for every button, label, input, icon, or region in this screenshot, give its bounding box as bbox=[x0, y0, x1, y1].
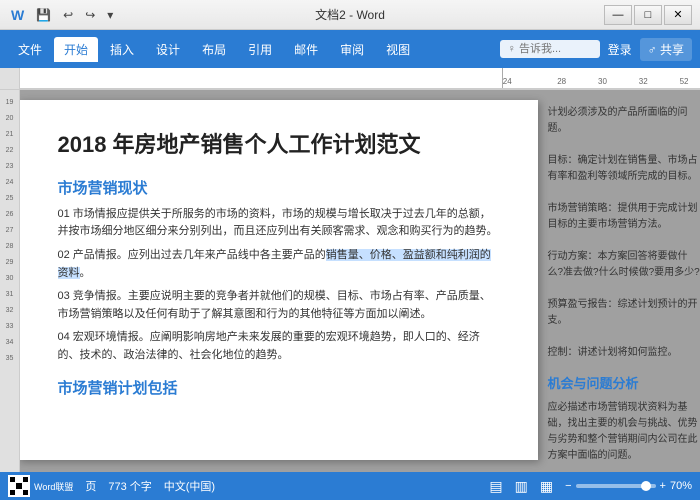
paragraph-04: 04 宏观环境情报。应阐明影响房地产未来发展的重要的宏观环境趋势，即人口的、经济… bbox=[58, 329, 498, 364]
ruler-mark-30: 30 bbox=[6, 270, 14, 286]
view-icon-read[interactable]: ▦ bbox=[540, 478, 553, 495]
ruler-side-left bbox=[0, 68, 20, 89]
right-content-bottom: 应必描述市场营销现状资料为基础，找出主要的机会与挑战、优势与劣势和整个营销期间内… bbox=[548, 400, 700, 472]
ruler-mark-32: 32 bbox=[6, 302, 14, 318]
redo-icon[interactable]: ↪ bbox=[82, 6, 98, 24]
ruler-mark-19: 19 bbox=[6, 94, 14, 110]
right-column: 计划必须涉及的产品所面临的问题。 目标：确定计划在销售量、市场占有率和盈利等领域… bbox=[548, 100, 700, 472]
save-icon[interactable]: 💾 bbox=[33, 6, 54, 24]
view-icon-web[interactable]: ▥ bbox=[515, 478, 528, 495]
tab-file[interactable]: 文件 bbox=[8, 37, 52, 62]
title-bar-left: W 💾 ↩ ↪ ▾ bbox=[8, 5, 116, 25]
zoom-out-button[interactable]: − bbox=[565, 480, 571, 492]
ruler-mark-34: 34 bbox=[6, 334, 14, 350]
right-para-6: 控制：讲述计划将如何监控。 bbox=[548, 345, 700, 361]
ruler-mark-35: 35 bbox=[6, 350, 14, 366]
qr-code bbox=[8, 475, 30, 497]
ribbon: 文件 开始 插入 设计 布局 引用 邮件 审阅 视图 登录 ♂ 共享 bbox=[0, 30, 700, 68]
zoom-controls: − + 70% bbox=[565, 480, 692, 492]
ruler-mark-26: 26 bbox=[6, 206, 14, 222]
paragraph-03: 03 竞争情报。主要应说明主要的竞争者并就他们的规模、目标、市场占有率、产品质量… bbox=[58, 288, 498, 323]
right-para-5: 预算盈亏报告：综述计划预计的开支。 bbox=[548, 297, 700, 329]
customize-icon[interactable]: ▾ bbox=[104, 6, 116, 24]
document-page: 2018 年房地产销售个人工作计划范文 市场营销现状 01 市场情报应提供关于所… bbox=[20, 100, 538, 460]
main-area: 19 20 21 22 23 24 25 26 27 28 29 30 31 3… bbox=[0, 90, 700, 472]
section-heading-plan: 市场营销计划包括 bbox=[58, 377, 498, 398]
right-para-1: 计划必须涉及的产品所面临的问题。 bbox=[548, 105, 700, 137]
maximize-button[interactable]: □ bbox=[634, 5, 662, 25]
undo-icon[interactable]: ↩ bbox=[60, 6, 76, 24]
right-para-3: 市场营销策略：提供用于完成计划目标的主要市场营销方法。 bbox=[548, 201, 700, 233]
ruler-container: 2 4 6 8 10 12 14 16 18 20 22 24 28 30 32… bbox=[0, 68, 700, 90]
view-icon-print[interactable]: ▤ bbox=[489, 478, 502, 495]
right-para-4: 行动方案：本方案回答将要做什么?准去做?什么时候做?要用多少? bbox=[548, 249, 700, 281]
tab-review[interactable]: 审阅 bbox=[330, 37, 374, 62]
status-bar: Word联盟 页 773 个字 中文(中国) ▤ ▥ ▦ − + 70% bbox=[0, 472, 700, 500]
horizontal-ruler: 2 4 6 8 10 12 14 16 18 20 22 24 28 30 32… bbox=[20, 68, 700, 89]
vertical-ruler: 19 20 21 22 23 24 25 26 27 28 29 30 31 3… bbox=[0, 90, 20, 472]
tab-layout[interactable]: 布局 bbox=[192, 37, 236, 62]
ruler-mark-23: 23 bbox=[6, 158, 14, 174]
page-label: 页 bbox=[85, 478, 96, 494]
tab-design[interactable]: 设计 bbox=[146, 37, 190, 62]
close-button[interactable]: ✕ bbox=[664, 5, 692, 25]
ruler-mark-24: 24 bbox=[6, 174, 14, 190]
word-lianmeng-label: Word联盟 bbox=[34, 480, 73, 493]
word-count: 773 个字 bbox=[108, 478, 151, 494]
tab-references[interactable]: 引用 bbox=[238, 37, 282, 62]
right-analysis-1: 应必描述市场营销现状资料为基础，找出主要的机会与挑战、优势与劣势和整个营销期间内… bbox=[548, 400, 700, 464]
right-para-2: 目标：确定计划在销售量、市场占有率和盈利等领域所完成的目标。 bbox=[548, 153, 700, 185]
ruler-mark-28: 28 bbox=[6, 238, 14, 254]
ruler-mark-33: 33 bbox=[6, 318, 14, 334]
zoom-in-button[interactable]: + bbox=[660, 480, 666, 492]
window-controls: — □ ✕ bbox=[604, 5, 692, 25]
section-heading-analysis: 机会与问题分析 bbox=[548, 373, 700, 392]
section-heading-marketing: 市场营销现状 bbox=[58, 177, 498, 198]
status-left: Word联盟 bbox=[8, 475, 73, 497]
ruler-mark-31: 31 bbox=[6, 286, 14, 302]
language-indicator: 中文(中国) bbox=[164, 478, 215, 494]
word-logo: W bbox=[8, 5, 27, 25]
title-bar: W 💾 ↩ ↪ ▾ 文档2 - Word — □ ✕ bbox=[0, 0, 700, 30]
login-button[interactable]: 登录 bbox=[608, 41, 632, 58]
paragraph-02: 02 产品情报。应列出过去几年来产品线中各主要产品的销售量、价格、盈益额和纯利润… bbox=[58, 247, 498, 282]
document-area[interactable]: 2018 年房地产销售个人工作计划范文 市场营销现状 01 市场情报应提供关于所… bbox=[20, 90, 700, 472]
ribbon-right: 登录 ♂ 共享 bbox=[500, 38, 692, 61]
ruler-mark-29: 29 bbox=[6, 254, 14, 270]
tell-me-input[interactable] bbox=[500, 40, 600, 58]
ruler-mark-25: 25 bbox=[6, 190, 14, 206]
window-title: 文档2 - Word bbox=[315, 6, 385, 23]
minimize-button[interactable]: — bbox=[604, 5, 632, 25]
tab-view[interactable]: 视图 bbox=[376, 37, 420, 62]
status-bar-right: ▤ ▥ ▦ − + 70% bbox=[489, 478, 692, 495]
ruler-mark-21: 21 bbox=[6, 126, 14, 142]
zoom-level: 70% bbox=[670, 480, 692, 492]
document-title: 2018 年房地产销售个人工作计划范文 bbox=[58, 130, 498, 161]
paragraph-01: 01 市场情报应提供关于所服务的市场的资料，市场的规模与增长取决于过去几年的总额… bbox=[58, 206, 498, 241]
ruler-mark-22: 22 bbox=[6, 142, 14, 158]
tab-home[interactable]: 开始 bbox=[54, 37, 98, 62]
tab-insert[interactable]: 插入 bbox=[100, 37, 144, 62]
ruler-mark-20: 20 bbox=[6, 110, 14, 126]
right-content-top: 计划必须涉及的产品所面临的问题。 目标：确定计划在销售量、市场占有率和盈利等领域… bbox=[548, 105, 700, 361]
zoom-slider[interactable] bbox=[576, 484, 656, 488]
share-button[interactable]: ♂ 共享 bbox=[640, 38, 692, 61]
ruler-mark-27: 27 bbox=[6, 222, 14, 238]
tab-mailings[interactable]: 邮件 bbox=[284, 37, 328, 62]
